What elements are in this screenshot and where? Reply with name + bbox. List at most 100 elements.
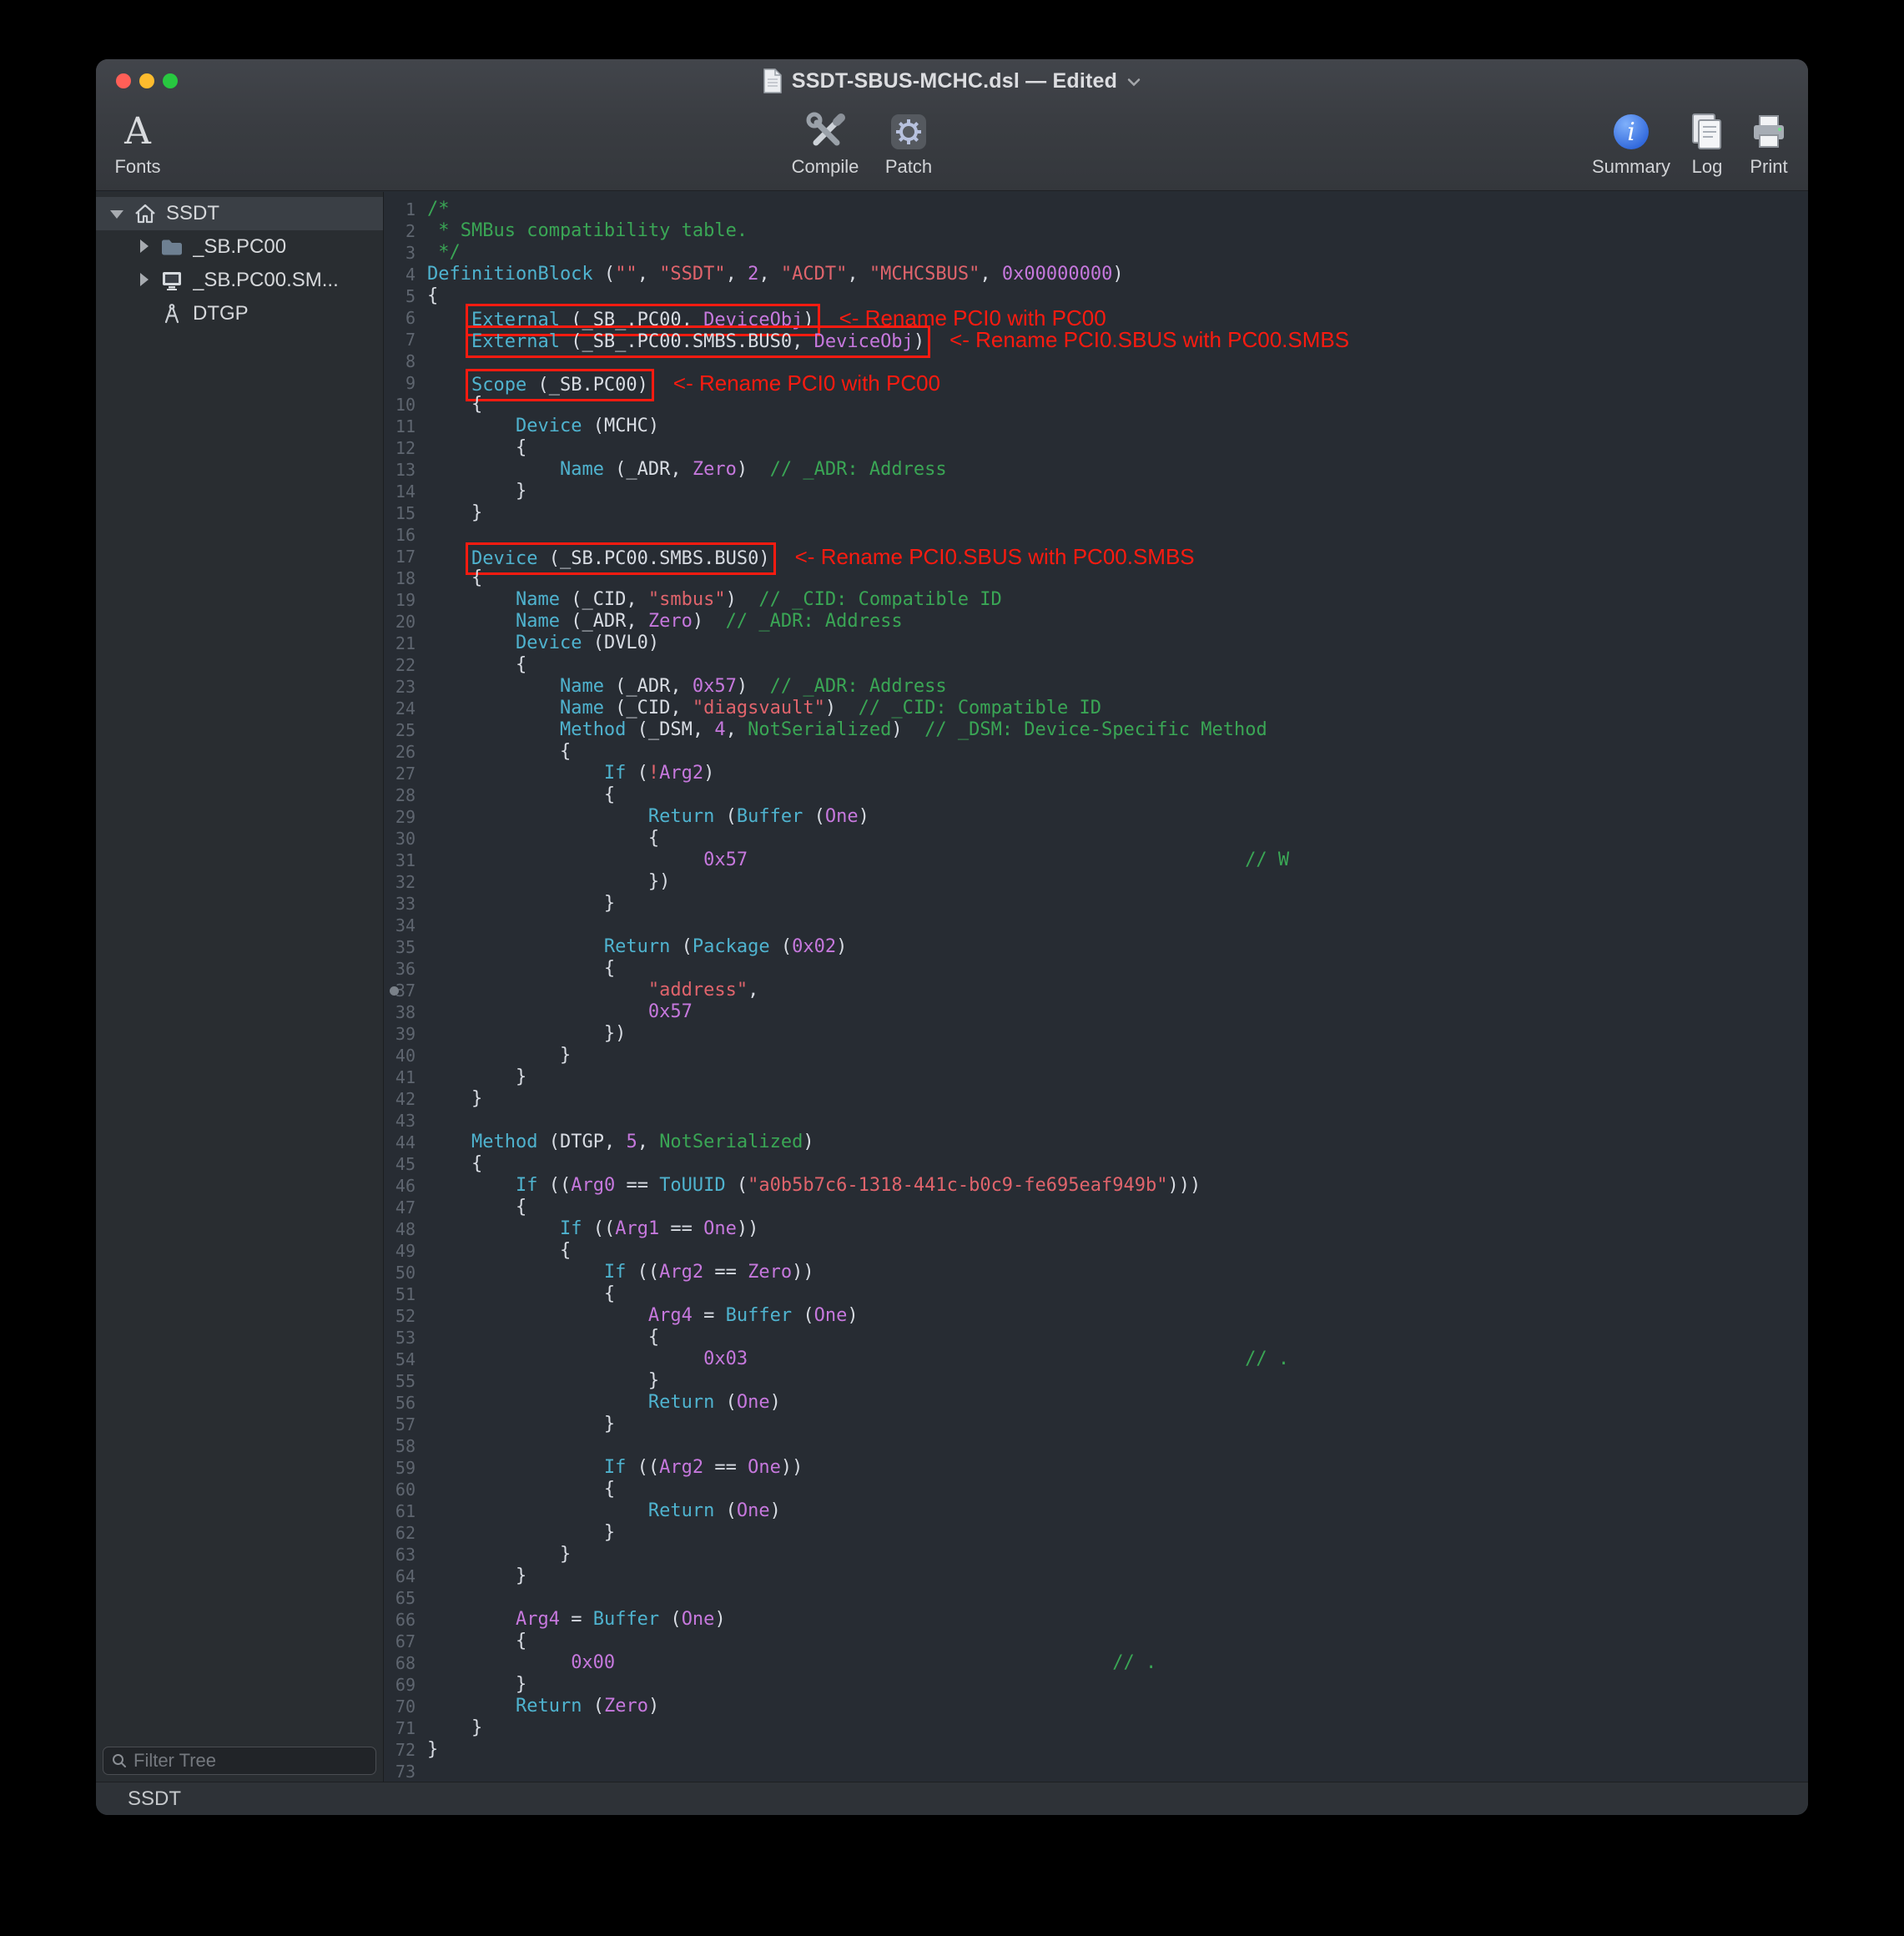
line-number: 12 [384,437,427,459]
code-token: ) [847,1305,858,1326]
chevron-down-icon[interactable] [1126,78,1141,88]
code-token: (_DSM, [626,719,714,740]
code-text: 0x00 // . [427,1652,1156,1674]
code-token: } [427,1370,659,1391]
disclosure-right-icon[interactable] [134,270,154,290]
line-number: 24 [384,698,427,719]
rename-annotation: <- Rename PCI0.SBUS with PC00.SMBS [795,544,1195,569]
minimize-button[interactable] [139,73,154,88]
sidebar-item-dtgp[interactable]: DTGP [96,297,383,330]
code-token: */ [427,242,461,263]
log-button[interactable]: Log [1681,109,1733,177]
disclosure-right-icon[interactable] [134,237,154,257]
line-number: 6 [384,307,427,329]
code-token: 0x00000000 [1002,264,1112,285]
code-token: , [637,1132,660,1152]
sidebar-item-sb-pc00-sm[interactable]: _SB.PC00.SM... [96,264,383,297]
code-token: ) [914,331,924,352]
sidebar-item-ssdt[interactable]: SSDT [96,197,383,230]
code-line-43: 43 [384,1110,1808,1132]
line-number: 15 [384,502,427,524]
code-token: NotSerialized [659,1132,803,1152]
code-text: If ((Arg1 == One)) [427,1218,758,1240]
fonts-button[interactable]: A Fonts [103,109,173,177]
print-button[interactable]: Print [1743,109,1795,177]
code-text: "address", [427,980,758,1001]
code-token: { [427,1197,526,1218]
code-text: Return (One) [427,1392,781,1414]
code-token [427,850,703,870]
status-bar: SSDT [96,1782,1808,1815]
code-line-9: 9 Scope (_SB.PC00)<- Rename PCI0 with PC… [384,372,1808,394]
code-token [427,633,516,653]
code-token: // . [1245,1349,1289,1369]
code-text: } [427,1717,482,1739]
code-text: Name (_ADR, 0x57) // _ADR: Address [427,676,947,698]
code-token: One [682,1609,715,1630]
print-label: Print [1750,157,1787,177]
code-text: * SMBus compatibility table. [427,220,748,242]
code-token: (_ADR, [604,676,693,697]
line-number: 21 [384,633,427,654]
line-number: 43 [384,1110,427,1132]
code-token: Return [648,806,714,827]
code-token: } [427,1522,615,1543]
code-token: == [615,1175,659,1196]
window-title: SSDT-SBUS-MCHC.dsl — Edited [792,69,1117,93]
code-token: Name [516,611,560,632]
line-number: 1 [384,199,427,220]
code-token: } [427,1565,526,1586]
sidebar-item-sb-pc00[interactable]: _SB.PC00 [96,230,383,264]
titlebar[interactable]: SSDT-SBUS-MCHC.dsl — Edited [96,59,1808,103]
line-number: 31 [384,850,427,871]
code-token: // _ADR: Address [770,459,947,480]
code-line-22: 22 { [384,654,1808,676]
print-printer-icon [1749,109,1789,154]
code-line-70: 70 Return (Zero) [384,1696,1808,1717]
code-token: { [427,567,482,588]
zoom-button[interactable] [163,73,178,88]
code-line-61: 61 Return (One) [384,1500,1808,1522]
code-token: { [427,654,526,675]
patch-label: Patch [885,157,932,177]
document-proxy-icon[interactable] [763,68,783,93]
code-text: If (!Arg2) [427,763,714,784]
code-text: Method (DTGP, 5, NotSerialized) [427,1132,814,1153]
code-line-10: 10 { [384,394,1808,416]
code-token: DefinitionBlock [427,264,593,285]
summary-button[interactable]: i Summary [1591,109,1671,177]
code-token: ( [626,763,648,784]
disclosure-down-icon[interactable] [108,204,128,224]
code-token: (_ADR, [604,459,693,480]
filter-tree-input[interactable] [133,1750,368,1772]
code-token: } [427,1045,571,1066]
device-icon [158,270,186,291]
line-number: 40 [384,1045,427,1066]
code-token: (_CID, [560,589,648,610]
code-text: Device (_SB.PC00.SMBS.BUS0)<- Rename PCI… [427,546,1195,567]
patch-button[interactable]: Patch [870,109,947,177]
code-line-53: 53 { [384,1327,1808,1349]
compile-button[interactable]: Compile [787,109,864,177]
code-token: External [471,310,560,330]
code-editor[interactable]: 1/*2 * SMBus compatibility table.3 */4De… [384,192,1808,1782]
code-token: Arg2 [659,1262,703,1283]
code-token: DeviceObj [703,310,803,330]
code-token: ( [582,1696,604,1717]
close-button[interactable] [116,73,131,88]
code-line-12: 12 { [384,437,1808,459]
maciasl-window: SSDT-SBUS-MCHC.dsl — Edited A Fonts [96,59,1808,1815]
code-text: } [427,893,615,915]
code-text: { [427,1631,526,1652]
code-token: ) [648,1696,659,1717]
line-number: 36 [384,958,427,980]
line-number: 70 [384,1696,427,1717]
line-number: 25 [384,719,427,741]
code-token: 5 [626,1132,637,1152]
code-token: == [703,1457,748,1478]
code-token: = [560,1609,593,1630]
code-token: { [427,1240,571,1261]
code-text: { [427,828,659,850]
code-token: Buffer [737,806,803,827]
code-token: "a0b5b7c6-1318-441c-b0c9-fe695eaf949b" [748,1175,1167,1196]
